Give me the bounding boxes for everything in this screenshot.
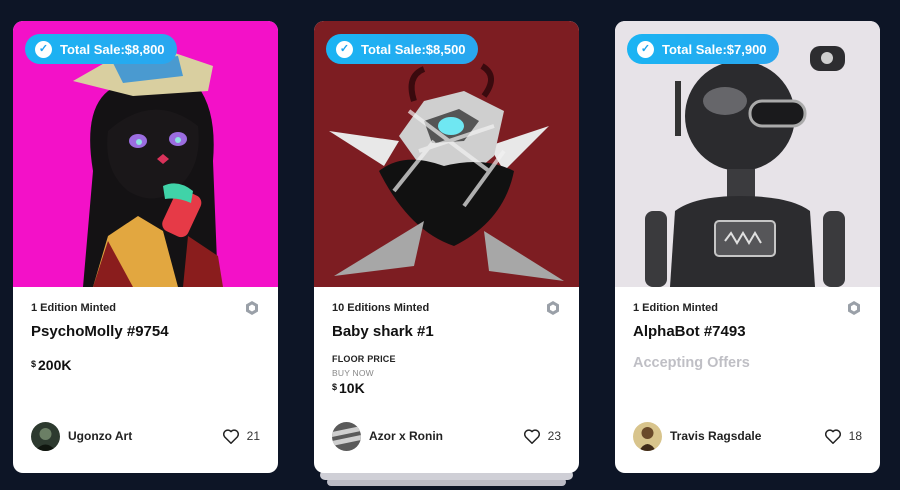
nft-title[interactable]: AlphaBot #7493 bbox=[633, 323, 746, 340]
hexagon-chain-icon bbox=[246, 301, 258, 315]
total-sale-badge: ✓ Total Sale:$8,800 bbox=[25, 34, 177, 64]
creator-name[interactable]: Azor x Ronin bbox=[369, 429, 523, 443]
like-button[interactable]: 18 bbox=[824, 428, 862, 445]
creator-name[interactable]: Ugonzo Art bbox=[68, 429, 222, 443]
currency-symbol: $ bbox=[332, 382, 338, 392]
heart-outline-icon bbox=[824, 428, 841, 444]
card-footer: Travis Ragsdale 18 bbox=[633, 421, 862, 451]
total-sale-text: Total Sale:$7,900 bbox=[662, 41, 767, 57]
nft-card-alphabot[interactable]: ✓ Total Sale:$7,900 1 Edition Minted Alp… bbox=[615, 21, 880, 473]
nft-price: $200K bbox=[31, 357, 71, 373]
card-footer: Ugonzo Art 21 bbox=[31, 421, 260, 451]
like-button[interactable]: 21 bbox=[222, 428, 260, 445]
check-badge-icon: ✓ bbox=[336, 40, 353, 58]
like-count: 18 bbox=[848, 429, 862, 443]
buy-now-label: BUY NOW bbox=[332, 368, 374, 378]
editions-minted: 10 Editions Minted bbox=[332, 302, 430, 314]
creator-avatar[interactable] bbox=[31, 421, 60, 451]
total-sale-text: Total Sale:$8,800 bbox=[60, 41, 165, 57]
card-details: 10 Editions Minted Baby shark #1 FLOOR P… bbox=[314, 287, 579, 473]
nft-title[interactable]: PsychoMolly #9754 bbox=[31, 323, 169, 340]
accepting-offers-status: Accepting Offers bbox=[633, 355, 750, 371]
like-count: 23 bbox=[547, 429, 561, 443]
floor-price-label: FLOOR PRICE bbox=[332, 354, 396, 364]
total-sale-text: Total Sale:$8,500 bbox=[361, 41, 466, 57]
hexagon-chain-icon bbox=[547, 301, 559, 315]
card-footer: Azor x Ronin 23 bbox=[332, 421, 561, 451]
price-value: 10K bbox=[339, 380, 365, 396]
card-details: 1 Edition Minted AlphaBot #7493 Acceptin… bbox=[615, 287, 880, 473]
nft-card-psychomolly[interactable]: ✓ Total Sale:$8,800 1 Edition Minted Psy… bbox=[13, 21, 278, 473]
total-sale-badge: ✓ Total Sale:$7,900 bbox=[627, 34, 779, 64]
creator-avatar[interactable] bbox=[633, 421, 662, 451]
editions-minted: 1 Edition Minted bbox=[31, 302, 116, 314]
nft-price: $10K bbox=[332, 380, 365, 396]
check-badge-icon: ✓ bbox=[637, 40, 654, 58]
nft-title[interactable]: Baby shark #1 bbox=[332, 323, 434, 340]
heart-outline-icon bbox=[523, 428, 540, 444]
heart-outline-icon bbox=[222, 428, 239, 444]
price-value: 200K bbox=[38, 357, 72, 373]
hexagon-chain-icon bbox=[848, 301, 860, 315]
creator-avatar[interactable] bbox=[332, 421, 361, 451]
creator-name[interactable]: Travis Ragsdale bbox=[670, 429, 824, 443]
like-count: 21 bbox=[246, 429, 260, 443]
editions-minted: 1 Edition Minted bbox=[633, 302, 718, 314]
currency-symbol: $ bbox=[31, 359, 37, 369]
total-sale-badge: ✓ Total Sale:$8,500 bbox=[326, 34, 478, 64]
like-button[interactable]: 23 bbox=[523, 428, 561, 445]
nft-card-baby-shark[interactable]: ✓ Total Sale:$8,500 10 Editions Minted B… bbox=[314, 21, 579, 473]
card-details: 1 Edition Minted PsychoMolly #9754 $200K… bbox=[13, 287, 278, 473]
check-badge-icon: ✓ bbox=[35, 40, 52, 58]
